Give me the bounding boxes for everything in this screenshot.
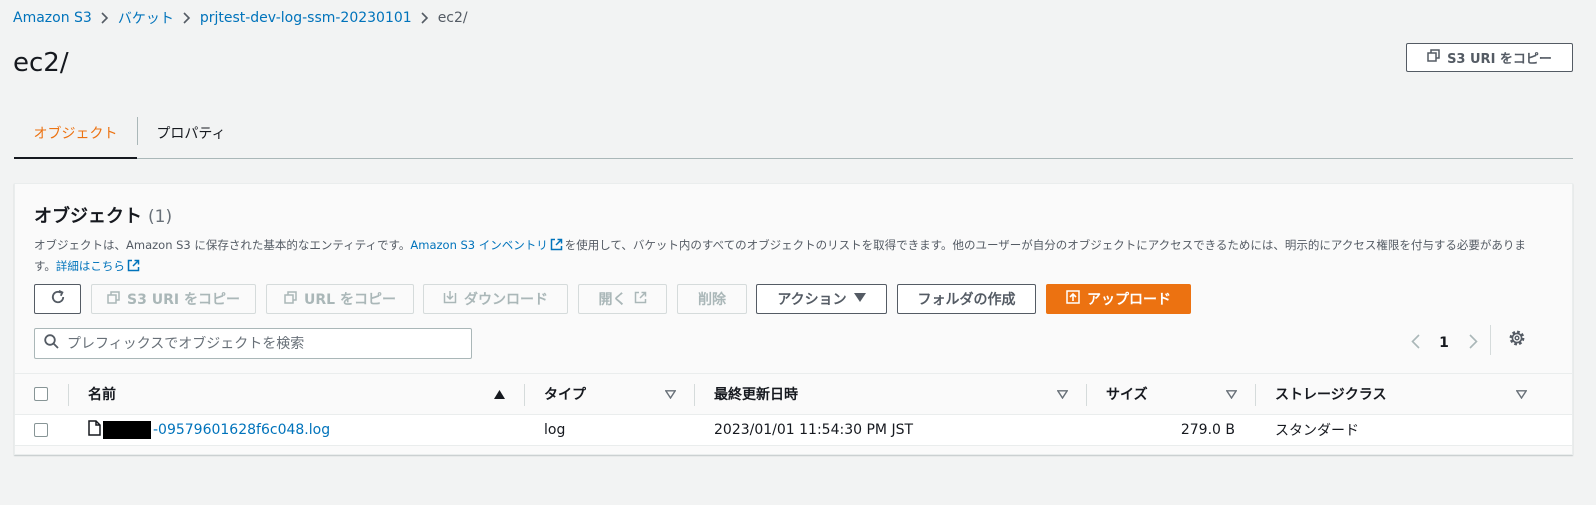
create-folder-label: フォルダの作成 [917,292,1016,308]
sort-icon[interactable] [665,374,676,414]
learn-more-link[interactable]: 詳細はこちら [56,259,125,273]
pagination: 1 [1400,327,1488,359]
object-storage-class-cell: スタンダード [1275,423,1359,439]
objects-panel: オブジェクト (1) オブジェクトは、Amazon S3 に保存された基本的なエ… [14,183,1573,455]
tab-properties[interactable]: プロパティ [138,108,244,158]
breadcrumb-amazon-s3[interactable]: Amazon S3 [13,10,92,26]
download-button-label: ダウンロード [464,292,548,308]
copy-icon [284,290,297,308]
inventory-link[interactable]: Amazon S3 インベントリ [410,238,547,252]
panel-header: オブジェクト (1) [34,202,172,228]
search-icon [44,334,59,353]
copy-url-button[interactable]: URL をコピー [266,284,414,314]
copy-s3-uri-button[interactable]: S3 URI をコピー [91,284,256,314]
delete-button-label: 削除 [698,292,726,308]
table-header: 名前 タイプ 最終更新日時 サイズ ストレージクラス [15,373,1572,415]
select-all-cell [34,374,48,414]
panel-description: オブジェクトは、Amazon S3 に保存された基本的なエンティティです。Ama… [34,236,1534,278]
actions-dropdown[interactable]: アクション [756,284,887,314]
row-select-cell [34,415,48,445]
column-divider [694,384,695,406]
column-divider [68,384,69,406]
column-header-size[interactable]: サイズ [1106,374,1148,414]
sort-icon[interactable] [1057,374,1068,414]
table-row: -09579601628f6c048.log log 2023/01/01 11… [15,415,1572,446]
chevron-right-icon [1468,333,1478,353]
upload-label: アップロード [1087,292,1171,308]
chevron-left-icon [1410,333,1420,353]
upload-button[interactable]: アップロード [1046,284,1191,314]
external-link-icon [634,291,647,308]
page-title: ec2/ [13,48,69,78]
breadcrumb: Amazon S3 バケット prjtest-dev-log-ssm-20230… [13,8,468,28]
column-header-name[interactable]: 名前 [88,374,116,414]
chevron-right-icon [412,8,438,28]
sort-asc-icon[interactable] [494,374,505,414]
create-folder-button[interactable]: フォルダの作成 [897,284,1036,314]
external-link-icon [550,238,563,257]
column-divider [1086,384,1087,406]
select-all-checkbox[interactable] [34,387,48,401]
search-field [34,328,472,359]
chevron-right-icon [92,8,118,28]
object-size-cell: 279.0 B [1180,422,1235,438]
panel-title: オブジェクト [34,206,142,227]
object-type-cell: log [544,422,566,438]
download-button[interactable]: ダウンロード [423,284,568,314]
desc-text-1: オブジェクトは、Amazon S3 に保存された基本的なエンティティです。 [34,238,411,252]
gear-icon [1508,329,1526,351]
refresh-button[interactable] [34,284,81,314]
tabs: オブジェクト プロパティ [14,108,1573,159]
copy-s3-uri-button-label: S3 URI をコピー [127,292,240,308]
pagination-divider [1490,325,1491,355]
breadcrumb-buckets[interactable]: バケット [118,8,174,28]
actions-label: アクション [777,292,847,308]
tab-objects[interactable]: オブジェクト [14,108,137,159]
object-modified-cell: 2023/01/01 11:54:30 PM JST [714,422,914,438]
file-icon [88,420,101,440]
row-checkbox[interactable] [34,423,48,437]
delete-button[interactable]: 削除 [677,284,747,314]
upload-icon [1066,290,1080,308]
open-button[interactable]: 開く [578,284,667,314]
column-divider [1255,384,1256,406]
column-divider [524,384,525,406]
object-name-cell: -09579601628f6c048.log [88,415,330,445]
copy-icon [107,290,120,308]
breadcrumb-bucket-name[interactable]: prjtest-dev-log-ssm-20230101 [200,10,412,26]
external-link-icon [127,259,140,278]
refresh-icon [50,289,66,309]
download-icon [443,290,457,308]
object-count: (1) [148,207,173,227]
column-header-type[interactable]: タイプ [544,374,586,414]
column-header-storage-class[interactable]: ストレージクラス [1275,374,1386,414]
open-button-label: 開く [598,292,627,308]
current-page-number[interactable]: 1 [1430,335,1458,351]
search-input[interactable] [67,335,447,352]
chevron-right-icon [174,8,200,28]
settings-button[interactable] [1505,328,1529,352]
column-header-last-modified[interactable]: 最終更新日時 [714,374,798,414]
copy-s3-uri-header-button[interactable]: S3 URI をコピー [1406,43,1573,72]
copy-icon [1427,49,1440,66]
copy-url-button-label: URL をコピー [304,292,396,308]
sort-icon[interactable] [1516,374,1527,414]
caret-down-icon [853,291,866,307]
redacted-filename-prefix [103,421,151,439]
object-name-link[interactable]: -09579601628f6c048.log [153,422,330,438]
sort-icon[interactable] [1226,374,1237,414]
copy-s3-uri-label: S3 URI をコピー [1447,52,1552,67]
next-page-button[interactable] [1458,328,1488,358]
breadcrumb-current: ec2/ [437,10,468,26]
previous-page-button[interactable] [1400,328,1430,358]
